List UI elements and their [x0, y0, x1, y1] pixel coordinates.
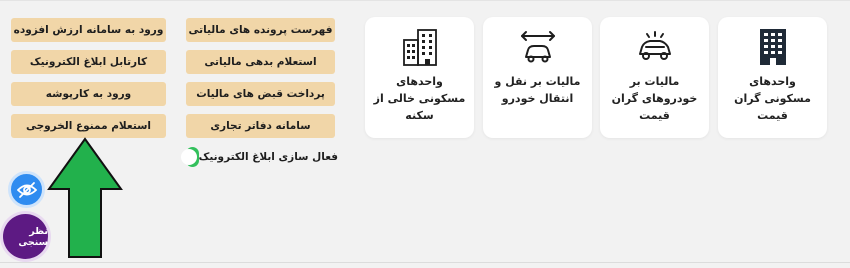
- karpooshe-login-button[interactable]: ورود به کارپوشه: [11, 82, 166, 106]
- card-label: مالیات بر نقل و انتقال خودرو: [494, 75, 581, 105]
- card-car-transfer[interactable]: مالیات بر نقل و انتقال خودرو: [483, 17, 592, 138]
- toggle-label: فعال سازی ابلاغ الکترونیک: [198, 151, 338, 163]
- car-transfer-icon: [518, 29, 558, 65]
- building-dark-icon: [758, 29, 788, 65]
- exit-ban-inquiry-button[interactable]: استعلام ممنوع الخروجی: [11, 114, 166, 138]
- pay-tax-bills-button[interactable]: پرداخت قبض های مالیات: [186, 82, 335, 106]
- card-luxury-homes[interactable]: واحدهای مسکونی گران قیمت: [718, 17, 827, 138]
- tax-files-list-button[interactable]: فهرست پرونده های مالیاتی: [186, 18, 335, 42]
- luxury-car-icon: [634, 29, 676, 65]
- electronic-notice-toggle-row: فعال سازی ابلاغ الکترونیک: [180, 147, 338, 167]
- vat-system-login-button[interactable]: ورود به سامانه ارزش افزوده: [11, 18, 166, 42]
- card-label: واحدهای مسکونی گران قیمت: [734, 75, 811, 122]
- card-vacant-homes[interactable]: واحدهای مسکونی خالی از سکنه: [365, 17, 474, 138]
- up-arrow-icon: [47, 137, 123, 258]
- eye-off-icon: [16, 181, 37, 198]
- card-label: مالیات بر خودروهای گران قیمت: [611, 75, 698, 122]
- survey-button[interactable]: نظر سنجی: [3, 214, 48, 259]
- accessibility-toggle-button[interactable]: [8, 171, 45, 208]
- commercial-books-system-button[interactable]: سامانه دفاتر تجاری: [186, 114, 335, 138]
- electronic-notice-toggle[interactable]: [180, 147, 199, 167]
- bottom-divider: [0, 262, 850, 263]
- toggle-knob: [180, 149, 197, 165]
- card-label: واحدهای مسکونی خالی از سکنه: [373, 75, 466, 122]
- building-outline-icon: [400, 29, 440, 66]
- card-luxury-cars[interactable]: مالیات بر خودروهای گران قیمت: [600, 17, 709, 138]
- electronic-notice-inbox-button[interactable]: کارتابل ابلاغ الکترونیک: [11, 50, 166, 74]
- tax-debt-inquiry-button[interactable]: استعلام بدهی مالیاتی: [186, 50, 335, 74]
